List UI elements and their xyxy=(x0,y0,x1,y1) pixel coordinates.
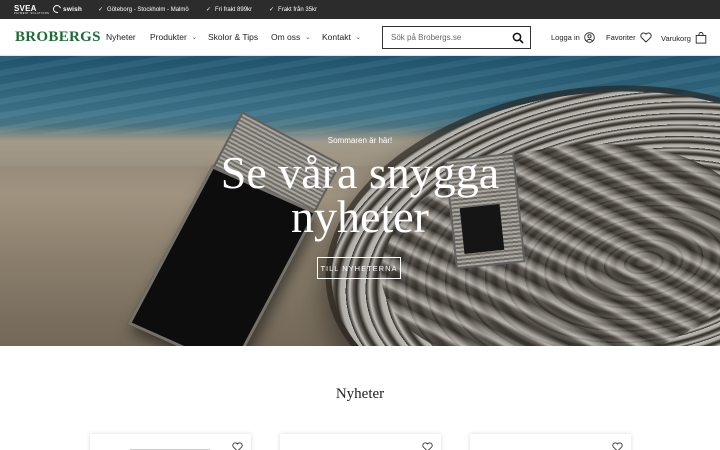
nav-item-label: Om oss xyxy=(271,32,301,42)
nav-item-kontakt[interactable]: Kontakt ⌄ xyxy=(322,32,361,42)
search-input[interactable] xyxy=(391,33,511,42)
svea-logo: SVEA PAYMENT SOLUTIONS xyxy=(14,4,49,15)
cart-label: Varukorg xyxy=(661,33,691,43)
nav-item-label: Kontakt xyxy=(322,32,351,42)
favorites-label: Favoriter xyxy=(606,33,636,42)
chevron-down-icon: ⌄ xyxy=(305,34,311,41)
usp-stores: ✓ Göteborg - Stockholm - Malmö xyxy=(98,6,189,14)
heart-icon[interactable] xyxy=(422,442,433,450)
chevron-down-icon: ⌄ xyxy=(191,34,197,41)
heart-icon[interactable] xyxy=(612,442,623,450)
nav-item-nyheter[interactable]: Nyheter xyxy=(106,32,136,42)
nav-item-skolor-tips[interactable]: Skolor & Tips xyxy=(208,32,258,42)
hero-cta-button[interactable]: TILL NYHETERNA xyxy=(317,257,401,279)
nav-item-om-oss[interactable]: Om oss ⌄ xyxy=(271,32,310,42)
check-icon: ✓ xyxy=(98,7,104,13)
heart-icon[interactable] xyxy=(232,442,243,450)
usp-free-shipping: ✓ Fri frakt 899kr xyxy=(206,6,253,14)
user-icon xyxy=(584,32,595,43)
hero-banner: Sommaren är här! Se våra snygga nyheter … xyxy=(0,56,720,346)
swish-logo-text: swish xyxy=(63,5,83,13)
top-bar: SVEA PAYMENT SOLUTIONS swish ✓ Göteborg … xyxy=(0,0,720,19)
product-card[interactable] xyxy=(280,434,441,450)
nav-item-label: Skolor & Tips xyxy=(208,32,259,42)
usp-shipping-from: ✓ Frakt från 35kr xyxy=(269,6,318,14)
hero-title: Se våra snygga nyheter xyxy=(160,147,560,242)
usp-label: Fri frakt 899kr xyxy=(215,6,253,13)
hero-eyebrow: Sommaren är här! xyxy=(327,136,393,145)
svea-logo-subtext: PAYMENT SOLUTIONS xyxy=(14,12,50,15)
brobergs-logo[interactable]: BROBERGS xyxy=(15,29,101,46)
check-icon: ✓ xyxy=(206,7,212,13)
nav-item-label: Produkter xyxy=(150,32,187,42)
nav-item-label: Nyheter xyxy=(106,32,136,42)
search-icon[interactable] xyxy=(512,32,524,44)
bag-icon xyxy=(695,32,707,44)
product-card[interactable] xyxy=(470,434,631,450)
favorites-link[interactable]: Favoriter xyxy=(606,32,652,43)
hero-title-line: nyheter xyxy=(291,191,429,242)
hero-title-line: Se våra snygga xyxy=(220,147,500,198)
check-icon: ✓ xyxy=(269,7,275,13)
nav-item-produkter[interactable]: Produkter ⌄ xyxy=(150,32,197,42)
chevron-down-icon: ⌄ xyxy=(355,34,361,41)
swish-logo: swish xyxy=(51,3,83,15)
swish-icon xyxy=(51,3,63,15)
heart-icon xyxy=(639,32,652,43)
product-card[interactable] xyxy=(90,434,251,450)
usp-label: Göteborg - Stockholm - Malmö xyxy=(107,6,189,13)
login-label: Logga in xyxy=(551,33,580,42)
search-box xyxy=(382,26,531,49)
section-title-nyheter: Nyheter xyxy=(335,386,385,402)
site-header: BROBERGS Nyheter Produkter ⌄ Skolor & Ti… xyxy=(0,19,720,56)
cart-link[interactable]: Varukorg xyxy=(661,32,707,44)
login-link[interactable]: Logga in xyxy=(551,32,595,43)
usp-label: Frakt från 35kr xyxy=(278,6,318,13)
